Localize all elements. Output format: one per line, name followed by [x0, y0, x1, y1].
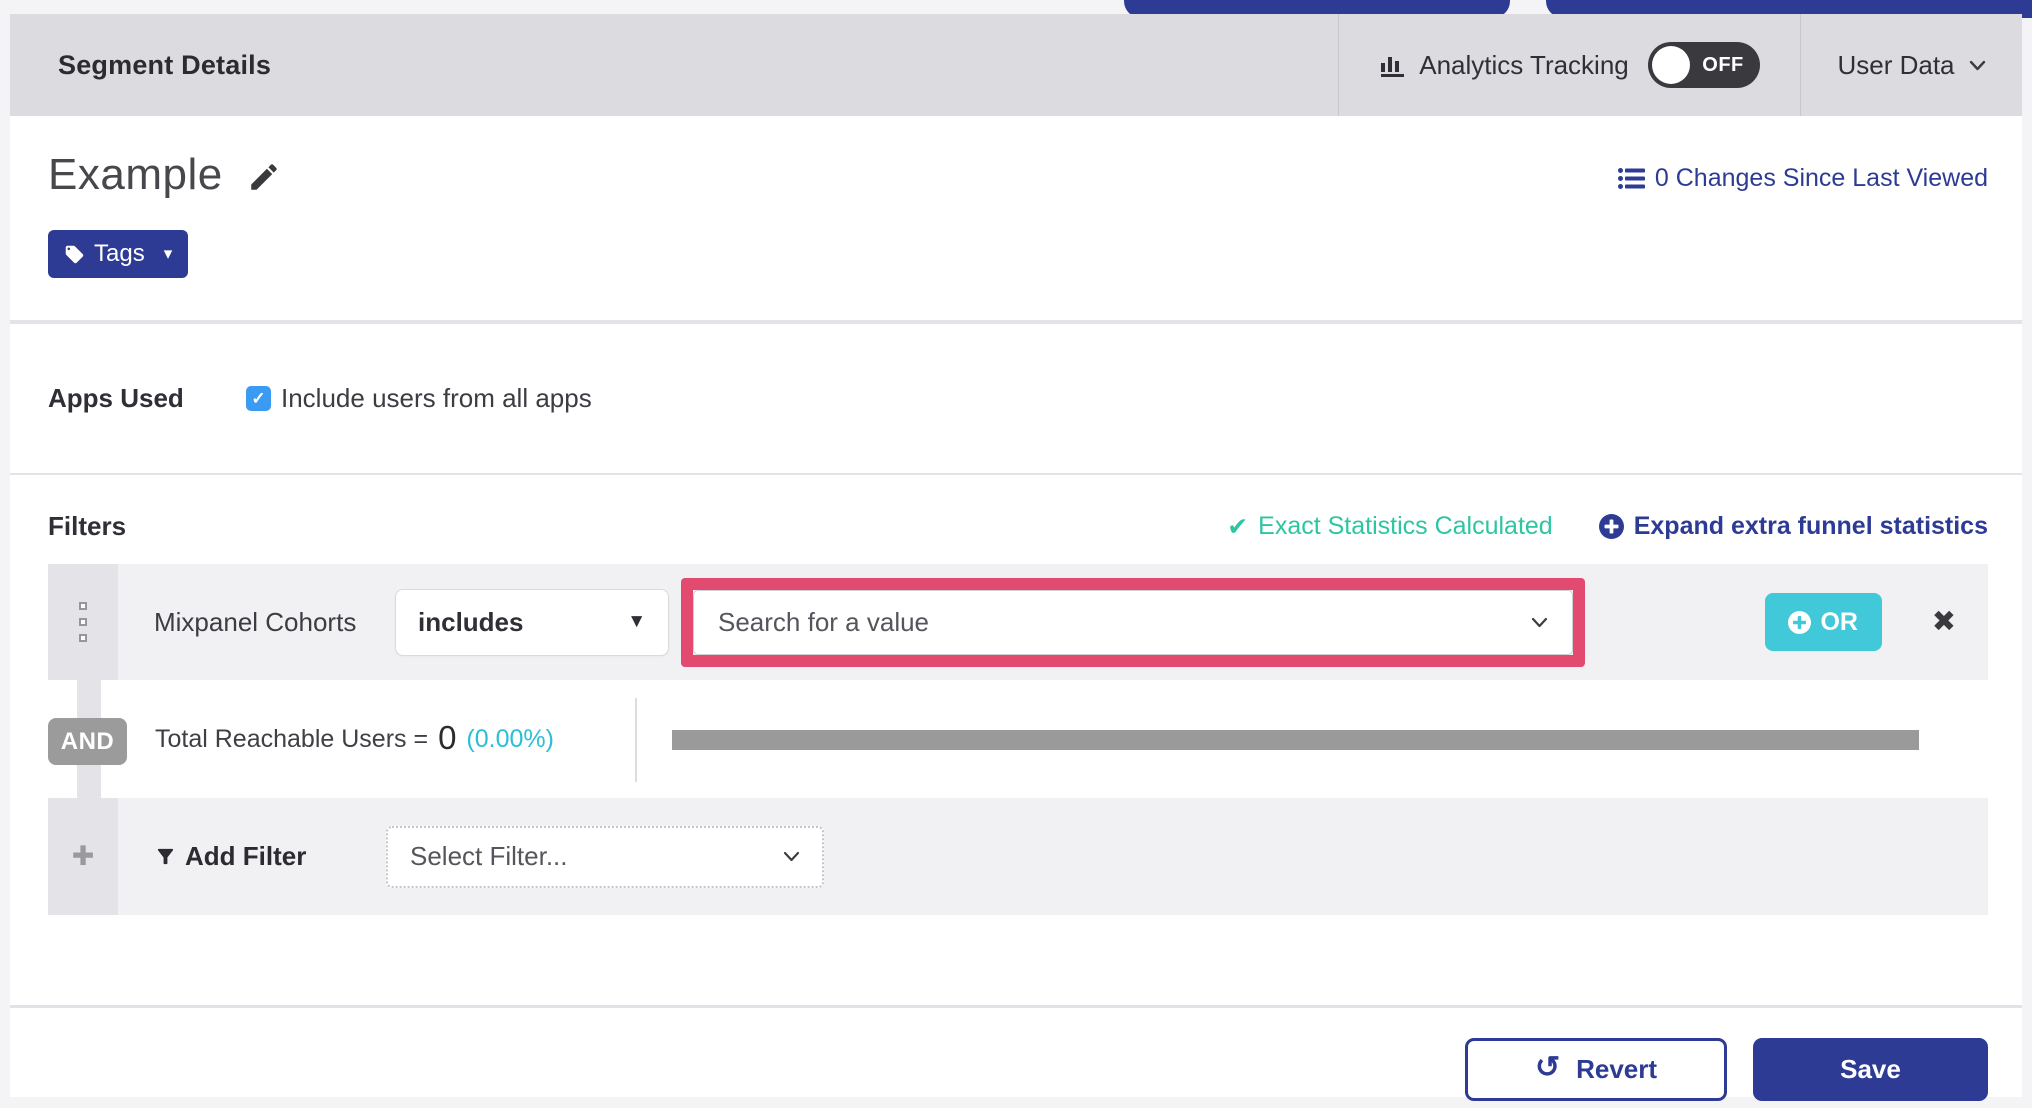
header-bar: Segment Details Analytics Tracking OFF U… — [10, 14, 2022, 116]
save-button[interactable]: Save — [1753, 1037, 1988, 1101]
user-data-dropdown[interactable]: User Data — [1800, 14, 2022, 116]
add-filter-label: Add Filter — [185, 841, 307, 871]
add-filter-plus[interactable]: ✚ — [48, 798, 118, 915]
select-filter-dropdown[interactable]: Select Filter... — [386, 825, 824, 888]
changes-link-label: 0 Changes Since Last Viewed — [1654, 164, 1988, 192]
chevron-down-icon — [783, 851, 800, 862]
reachability-bar — [672, 730, 1919, 750]
tags-caret-down-icon: ▾ — [163, 244, 173, 263]
toggle-state-label: OFF — [1702, 53, 1744, 76]
plus-icon: ✚ — [71, 841, 95, 871]
revert-button-label: Revert — [1576, 1053, 1658, 1084]
check-icon: ✔ — [1227, 512, 1249, 541]
select-filter-placeholder: Select Filter... — [410, 841, 568, 871]
reachable-users-row: AND Total Reachable Users = 0 (0.00%) — [48, 680, 1988, 798]
plus-circle-icon — [1598, 514, 1624, 539]
chevron-down-icon — [1531, 617, 1548, 628]
chevron-down-icon — [1969, 60, 1986, 71]
remove-filter-icon[interactable]: ✖ — [1932, 607, 1956, 637]
funnel-icon — [154, 845, 177, 868]
filter-field-label: Mixpanel Cohorts — [154, 606, 357, 637]
checkbox-check-icon: ✓ — [251, 388, 266, 408]
apps-used-label: Apps Used — [48, 383, 184, 413]
and-badge: AND — [48, 718, 127, 765]
analytics-tracking-section: Analytics Tracking OFF — [1338, 14, 1800, 116]
filter-row: Mixpanel Cohorts includes ▼ Search for a… — [48, 564, 1988, 680]
drag-handle-dot — [79, 634, 87, 642]
user-data-label: User Data — [1837, 49, 1955, 80]
revert-button[interactable]: ↺ Revert — [1465, 1037, 1727, 1101]
toggle-knob — [1651, 46, 1690, 84]
operator-value: includes — [418, 606, 524, 637]
revert-arrow-icon: ↺ — [1534, 1050, 1561, 1084]
vertical-divider — [635, 698, 637, 782]
page-title: Segment Details — [58, 49, 272, 80]
save-button-label: Save — [1840, 1053, 1901, 1084]
change-log-list-icon — [1617, 168, 1645, 189]
value-select-placeholder: Search for a value — [718, 606, 930, 637]
exact-statistics-status: ✔ Exact Statistics Calculated — [1227, 512, 1553, 542]
exact-statistics-label: Exact Statistics Calculated — [1258, 512, 1553, 540]
drag-handle[interactable] — [48, 564, 118, 680]
tags-button[interactable]: Tags ▾ — [48, 230, 189, 278]
expand-funnel-statistics-label: Expand extra funnel statistics — [1633, 512, 1988, 540]
add-filter-label-group: Add Filter — [154, 841, 350, 872]
drag-handle-dot — [79, 618, 87, 626]
add-filter-row: ✚ Add Filter Select Filter... — [48, 798, 1988, 915]
filters-heading: Filters — [48, 511, 127, 541]
reachable-users-label: Total Reachable Users = — [155, 724, 429, 753]
edit-pencil-icon[interactable] — [247, 160, 281, 194]
or-button-label: OR — [1820, 607, 1858, 636]
plus-circle-icon — [1788, 610, 1812, 634]
operator-select[interactable]: includes ▼ — [395, 588, 669, 656]
value-select-highlight: Search for a value — [681, 577, 1585, 667]
analytics-tracking-label: Analytics Tracking — [1419, 49, 1629, 80]
bar-chart-icon — [1379, 53, 1406, 78]
caret-down-icon: ▼ — [627, 611, 646, 632]
page: Segment Details Analytics Tracking OFF U… — [0, 0, 2032, 1108]
analytics-tracking-toggle[interactable]: OFF — [1647, 42, 1760, 88]
segment-name-section: Example 0 Changes Since Last Viewed Tags… — [10, 116, 2022, 320]
add-or-button[interactable]: OR — [1764, 593, 1882, 651]
reachable-users-value: 0 — [438, 719, 457, 756]
tag-icon — [64, 244, 85, 265]
value-select[interactable]: Search for a value — [693, 589, 1573, 655]
segment-name: Example — [48, 150, 223, 199]
segment-details-card: Segment Details Analytics Tracking OFF U… — [10, 14, 2022, 1101]
section-divider — [10, 473, 2022, 475]
reachable-users-percent: (0.00%) — [466, 724, 554, 753]
apps-used-section: Apps Used ✓ Include users from all apps — [10, 324, 2022, 473]
drag-handle-dot — [79, 602, 87, 610]
expand-funnel-statistics-link[interactable]: Expand extra funnel statistics — [1598, 512, 1988, 541]
filters-section: Filters ✔ Exact Statistics Calculated Ex… — [10, 511, 2022, 1005]
footer-actions: ↺ Revert Save — [10, 1005, 2022, 1108]
tags-button-label: Tags — [94, 240, 145, 267]
include-all-apps-checkbox[interactable]: ✓ — [246, 386, 271, 411]
include-all-apps-label: Include users from all apps — [281, 383, 592, 413]
changes-link[interactable]: 0 Changes Since Last Viewed — [1617, 164, 1988, 193]
